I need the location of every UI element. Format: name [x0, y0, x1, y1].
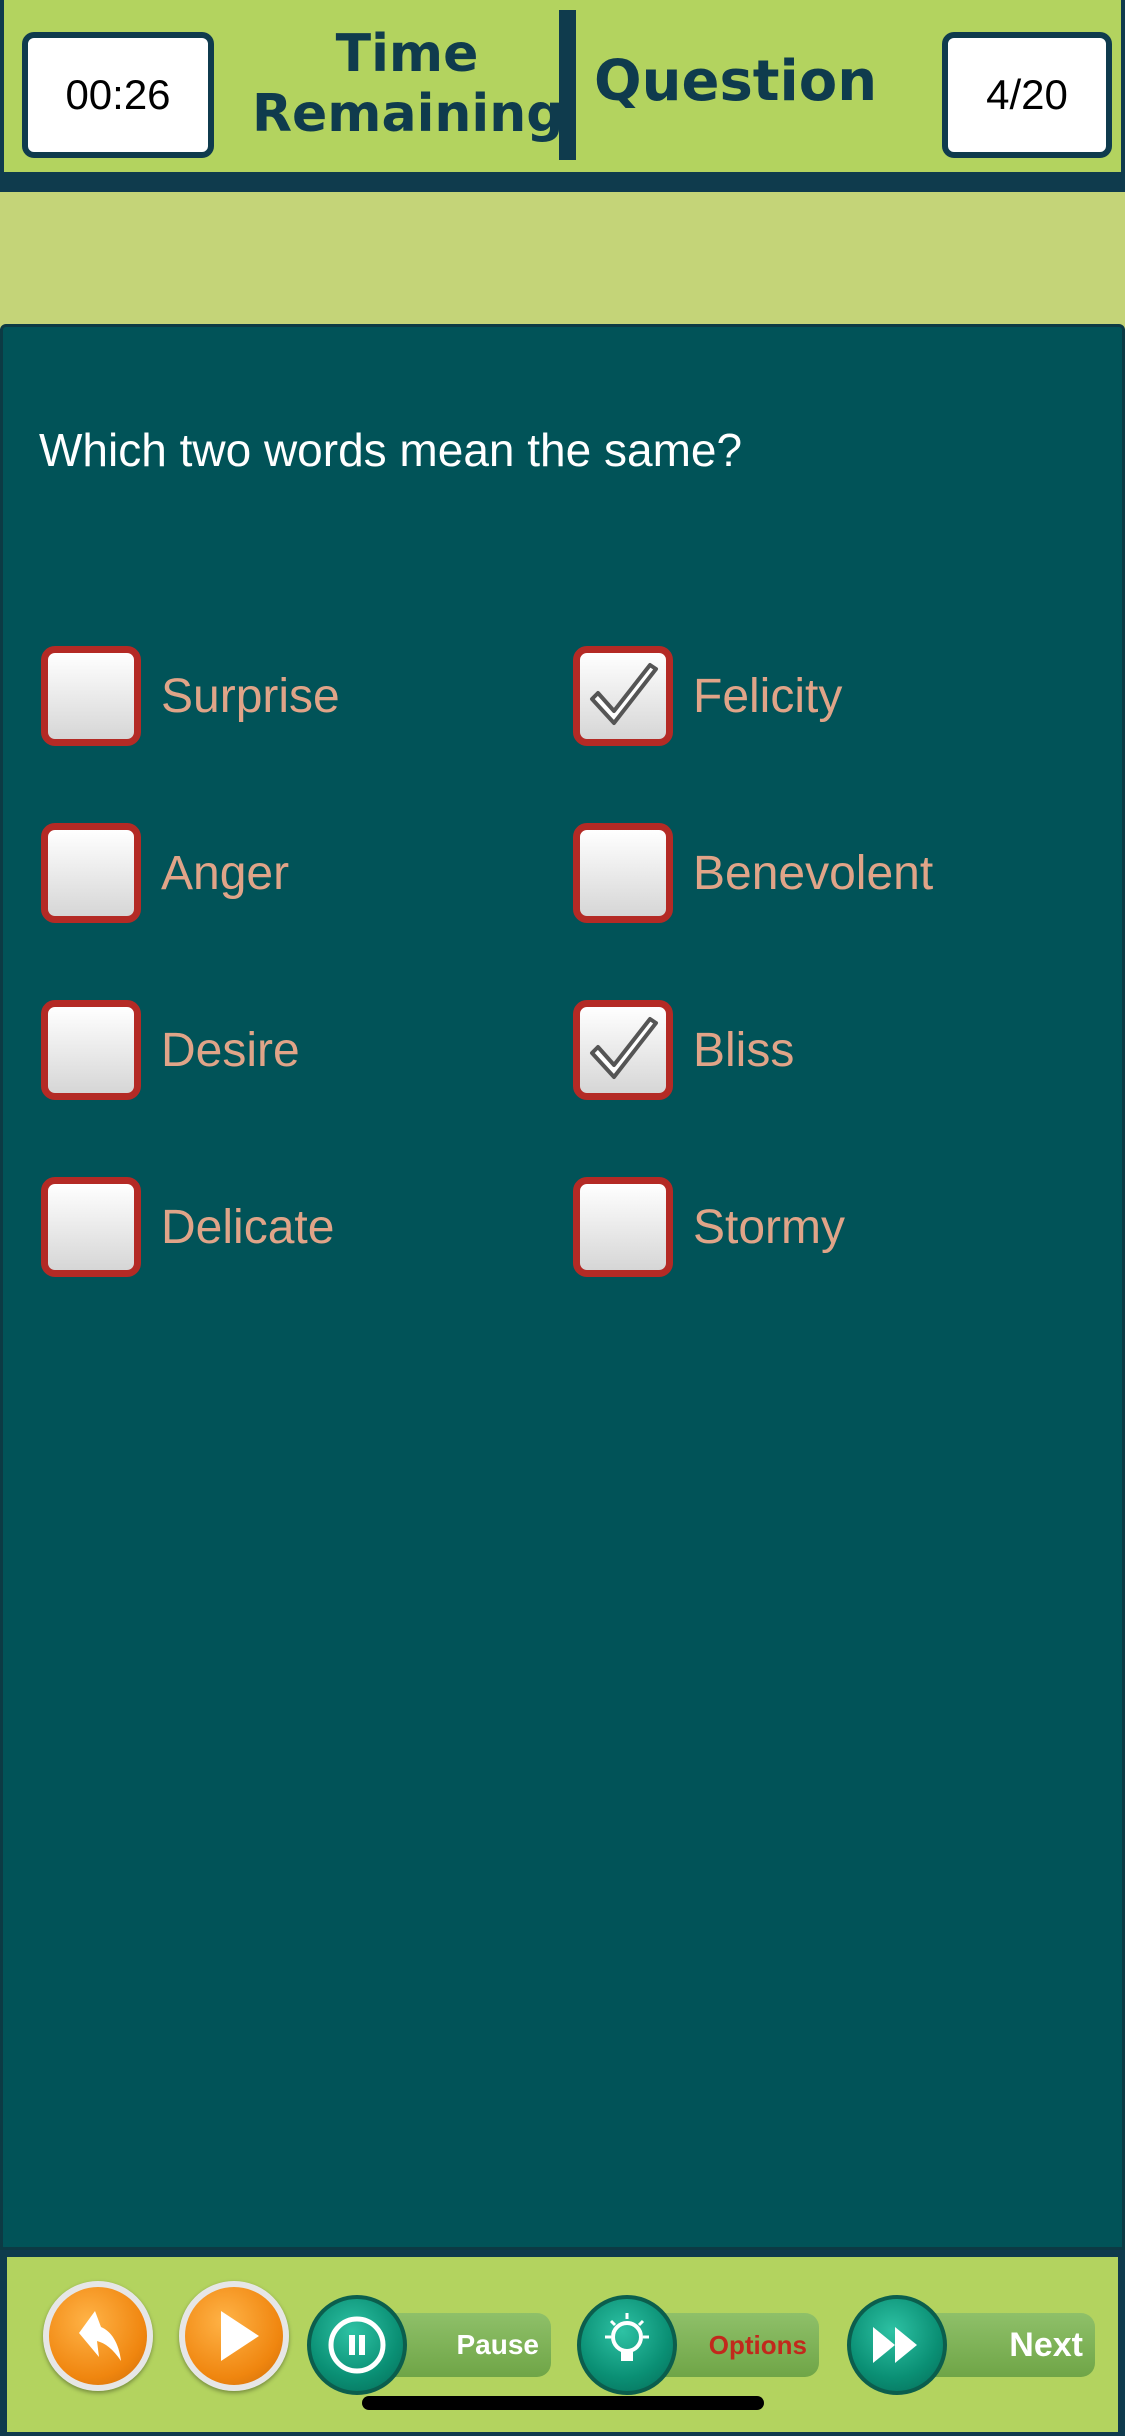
- header-divider: [559, 10, 576, 160]
- next-label: Next: [1009, 2325, 1083, 2364]
- time-label-line1: Time: [335, 24, 479, 84]
- question-counter-display: 4/20: [942, 32, 1112, 158]
- pause-circle[interactable]: [307, 2295, 407, 2395]
- time-remaining-label: Time Remaining: [252, 24, 564, 144]
- option-desire[interactable]: Desire: [41, 1000, 300, 1100]
- option-benevolent[interactable]: Benevolent: [573, 823, 933, 923]
- option-stormy[interactable]: Stormy: [573, 1177, 845, 1277]
- home-indicator[interactable]: [362, 2396, 764, 2410]
- option-label: Felicity: [693, 669, 843, 723]
- options-label: Options: [708, 2329, 807, 2360]
- timer-value: 00:26: [65, 71, 171, 118]
- header-bar: 00:26 Time Remaining Question 4/20: [0, 0, 1125, 172]
- option-delicate[interactable]: Delicate: [41, 1177, 334, 1277]
- checkbox[interactable]: [41, 1177, 141, 1277]
- pause-label: Pause: [456, 2329, 540, 2360]
- fast-forward-icon: [873, 2327, 917, 2363]
- checkbox-checked[interactable]: [573, 1000, 673, 1100]
- timer-display: 00:26: [22, 32, 214, 158]
- back-arrow-icon: [79, 2311, 121, 2361]
- checkbox[interactable]: [41, 823, 141, 923]
- checkmark-icon: [590, 1017, 658, 1079]
- lightbulb-icon: [605, 2313, 649, 2361]
- option-bliss[interactable]: Bliss: [573, 1000, 794, 1100]
- option-anger[interactable]: Anger: [41, 823, 289, 923]
- pause-icon: [328, 2316, 386, 2374]
- time-label-line2: Remaining: [252, 84, 564, 144]
- play-icon: [221, 2311, 259, 2361]
- checkbox[interactable]: [573, 1177, 673, 1277]
- back-button[interactable]: [43, 2281, 153, 2391]
- quiz-panel: Which two words mean the same? Surprise …: [0, 324, 1125, 2250]
- play-button[interactable]: [179, 2281, 289, 2391]
- checkbox[interactable]: [573, 823, 673, 923]
- option-felicity[interactable]: Felicity: [573, 646, 842, 746]
- option-label: Bliss: [693, 1023, 795, 1077]
- checkmark-icon: [590, 663, 658, 725]
- next-circle[interactable]: [847, 2295, 947, 2395]
- option-label: Desire: [161, 1023, 300, 1077]
- question-prompt: Which two words mean the same?: [39, 424, 743, 476]
- option-label: Anger: [161, 846, 290, 900]
- option-label: Stormy: [693, 1200, 846, 1254]
- option-surprise[interactable]: Surprise: [41, 646, 340, 746]
- checkbox[interactable]: [41, 646, 141, 746]
- option-label: Benevolent: [693, 846, 934, 900]
- checkbox[interactable]: [41, 1000, 141, 1100]
- quiz-screen: 00:26 Time Remaining Question 4/20 Which…: [0, 0, 1125, 2436]
- header-bottom-border: [0, 172, 1125, 192]
- options-circle[interactable]: [577, 2295, 677, 2395]
- question-label: Question: [594, 49, 878, 114]
- option-label: Delicate: [161, 1200, 335, 1254]
- option-label: Surprise: [161, 669, 340, 723]
- checkbox-checked[interactable]: [573, 646, 673, 746]
- question-counter: 4/20: [986, 71, 1068, 118]
